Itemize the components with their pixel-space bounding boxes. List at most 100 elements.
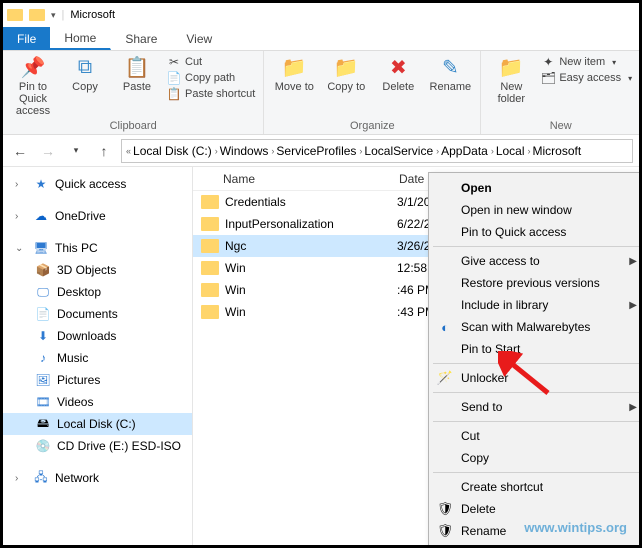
tab-share[interactable]: Share [111, 27, 172, 50]
sidebar-onedrive[interactable]: ›☁OneDrive [3, 205, 192, 227]
sidebar-item-3d[interactable]: 📦3D Objects [3, 259, 192, 281]
ctx-delete[interactable]: 🛡Delete [431, 498, 642, 520]
ctx-send-to[interactable]: Send to▶ [431, 396, 642, 418]
shield-rename-icon: 🛡 [437, 523, 453, 539]
sidebar-item-local-disk[interactable]: 🖴Local Disk (C:) [3, 413, 192, 435]
cloud-icon: ☁ [33, 209, 49, 223]
ctx-give-access-to[interactable]: Give access to▶ [431, 250, 642, 272]
window-title: Microsoft [70, 9, 115, 21]
crumb[interactable]: LocalService› [364, 144, 439, 158]
app-folder-icon [7, 9, 23, 21]
delete-button[interactable]: ✖Delete [376, 55, 420, 93]
ctx-open[interactable]: Open [431, 177, 642, 199]
delete-icon: ✖ [384, 55, 412, 79]
cd-icon: 💿 [35, 439, 51, 453]
rename-button[interactable]: ✎Rename [428, 55, 472, 93]
new-folder-button[interactable]: 📁New folder [489, 55, 533, 105]
pictures-icon: 🖼 [35, 373, 51, 387]
copy-button[interactable]: ⧉ Copy [63, 55, 107, 93]
copy-path-button[interactable]: 📄Copy path [167, 71, 255, 85]
folder-icon [201, 283, 219, 297]
move-to-button[interactable]: 📁Move to [272, 55, 316, 93]
disk-icon: 🖴 [35, 417, 51, 431]
network-icon: 🖧 [33, 471, 49, 485]
separator [433, 545, 642, 546]
chevron-right-icon: ▶ [629, 256, 637, 267]
star-icon: ★ [33, 177, 49, 191]
ctx-scan-malwarebytes[interactable]: ◐Scan with Malwarebytes [431, 316, 642, 338]
watermark: www.wintips.org [524, 520, 627, 535]
file-list: Name Date modified Type Size Credentials… [193, 167, 639, 545]
pin-icon: 📌 [19, 55, 47, 79]
easy-access-button[interactable]: 🗂Easy access▾ [541, 71, 632, 85]
copy-to-button[interactable]: 📁Copy to [324, 55, 368, 93]
new-item-icon: ✦ [541, 55, 555, 69]
ctx-unlocker[interactable]: 🪄Unlocker [431, 367, 642, 389]
crumb[interactable]: AppData› [441, 144, 494, 158]
group-clipboard: 📌 Pin to Quick access ⧉ Copy 📋 Paste ✂Cu… [3, 51, 264, 134]
group-new: 📁New folder ✦New item▾ 🗂Easy access▾ New [481, 51, 639, 134]
downloads-icon: ⬇ [35, 329, 51, 343]
qat-dropdown-icon[interactable]: ▾ [51, 10, 56, 21]
sidebar-this-pc[interactable]: ⌄🖥This PC [3, 237, 192, 259]
nav-up-button[interactable]: ↑ [93, 140, 115, 162]
path-box[interactable]: « Local Disk (C:)› Windows› ServiceProfi… [121, 139, 633, 163]
sidebar-item-music[interactable]: ♪Music [3, 347, 192, 369]
sidebar-item-downloads[interactable]: ⬇Downloads [3, 325, 192, 347]
nav-back-button[interactable]: ← [9, 140, 31, 162]
ctx-copy[interactable]: Copy [431, 447, 642, 469]
tab-home[interactable]: Home [50, 27, 111, 50]
crumb[interactable]: Local Disk (C:)› [133, 144, 218, 158]
folder-icon [201, 217, 219, 231]
nav-forward-button[interactable]: → [37, 140, 59, 162]
ctx-restore-previous[interactable]: Restore previous versions [431, 272, 642, 294]
ctx-pin-quick-access[interactable]: Pin to Quick access [431, 221, 642, 243]
qat-folder-icon[interactable] [29, 9, 45, 21]
ctx-include-library[interactable]: Include in library▶ [431, 294, 642, 316]
crumb[interactable]: Windows› [220, 144, 275, 158]
cut-button[interactable]: ✂Cut [167, 55, 255, 69]
address-bar: ← → ▾ ↑ « Local Disk (C:)› Windows› Serv… [3, 135, 639, 167]
folder-icon [201, 261, 219, 275]
sidebar-item-desktop[interactable]: 🖵Desktop [3, 281, 192, 303]
folder-icon: 📦 [35, 263, 51, 277]
sidebar-quick-access[interactable]: ›★Quick access [3, 173, 192, 195]
ctx-pin-start[interactable]: Pin to Start [431, 338, 642, 360]
sidebar-item-documents[interactable]: 📄Documents [3, 303, 192, 325]
ribbon: 📌 Pin to Quick access ⧉ Copy 📋 Paste ✂Cu… [3, 51, 639, 135]
sidebar-item-pictures[interactable]: 🖼Pictures [3, 369, 192, 391]
paste-icon: 📋 [123, 55, 151, 79]
paste-shortcut-button[interactable]: 📋Paste shortcut [167, 87, 255, 101]
ctx-create-shortcut[interactable]: Create shortcut [431, 476, 642, 498]
ctx-cut[interactable]: Cut [431, 425, 642, 447]
move-to-icon: 📁 [280, 55, 308, 79]
nav-recent-button[interactable]: ▾ [65, 140, 87, 162]
crumb[interactable]: Local› [496, 144, 531, 158]
folder-icon [201, 195, 219, 209]
desktop-icon: 🖵 [35, 285, 51, 299]
pc-icon: 🖥 [33, 241, 49, 255]
sidebar-item-cd-drive[interactable]: 💿CD Drive (E:) ESD-ISO [3, 435, 192, 457]
paste-button[interactable]: 📋 Paste [115, 55, 159, 93]
chevron-right-icon: ▶ [629, 402, 637, 413]
ctx-open-new-window[interactable]: Open in new window [431, 199, 642, 221]
tab-view[interactable]: View [172, 27, 227, 50]
crumb[interactable]: ServiceProfiles› [276, 144, 362, 158]
new-folder-icon: 📁 [497, 55, 525, 79]
crumb[interactable]: Microsoft [533, 144, 582, 158]
separator [433, 246, 642, 247]
col-name[interactable]: Name [193, 172, 393, 186]
separator [433, 392, 642, 393]
folder-icon [201, 305, 219, 319]
group-organize: 📁Move to 📁Copy to ✖Delete ✎Rename Organi… [264, 51, 481, 134]
new-item-button[interactable]: ✦New item▾ [541, 55, 632, 69]
sidebar-item-videos[interactable]: 🎞Videos [3, 391, 192, 413]
tab-file[interactable]: File [3, 27, 50, 50]
sidebar-network[interactable]: ›🖧Network [3, 467, 192, 489]
malwarebytes-icon: ◐ [437, 319, 453, 335]
pin-quick-access-button[interactable]: 📌 Pin to Quick access [11, 55, 55, 117]
paste-shortcut-icon: 📋 [167, 87, 181, 101]
easy-access-icon: 🗂 [541, 71, 555, 85]
copy-icon: ⧉ [71, 55, 99, 79]
copy-path-icon: 📄 [167, 71, 181, 85]
